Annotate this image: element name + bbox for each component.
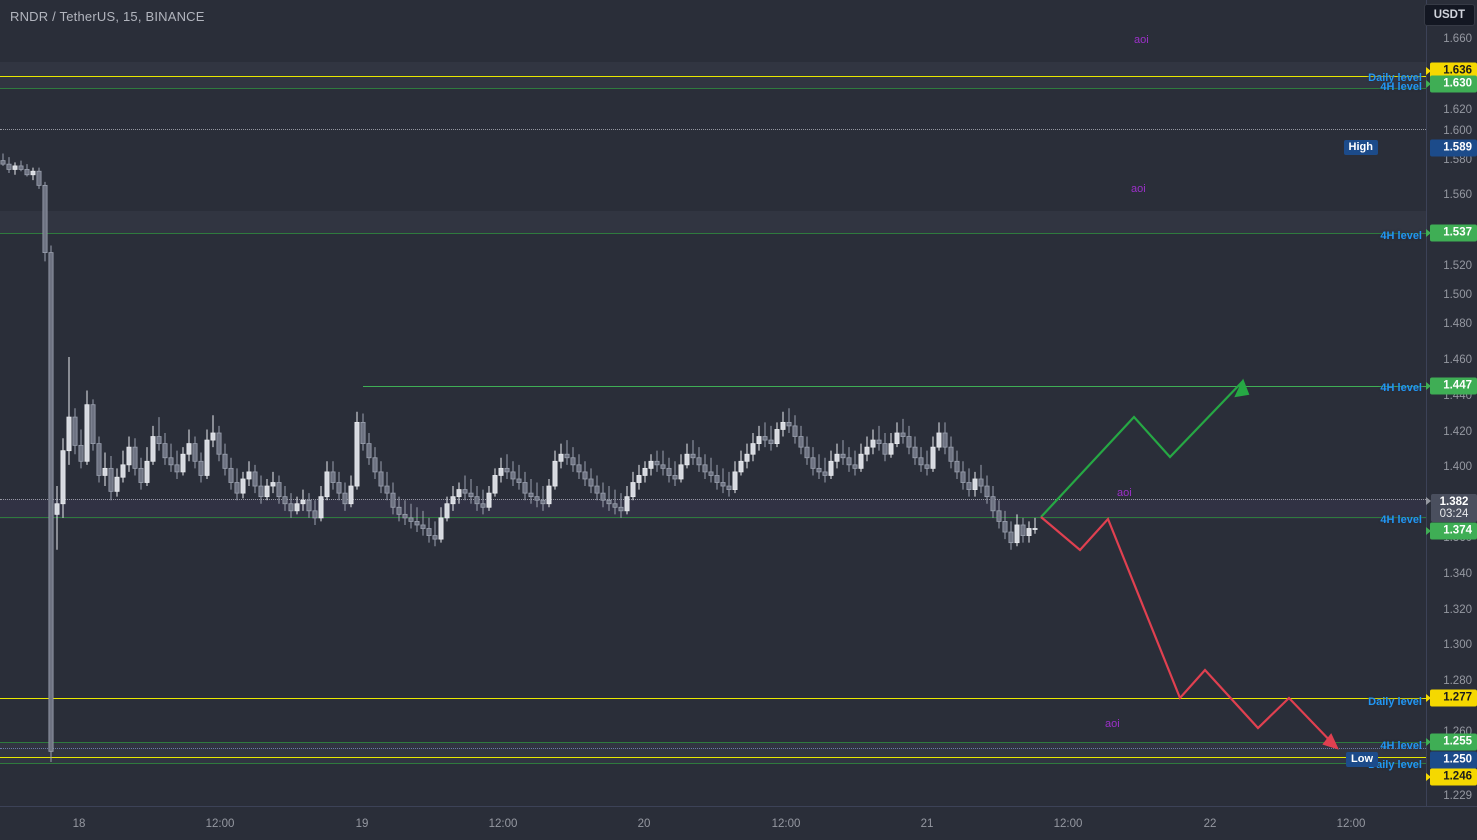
aoi-label-2: aoi: [1117, 487, 1132, 499]
price-tick: 1.229: [1443, 790, 1472, 802]
time-tick: 22: [1203, 818, 1217, 830]
last-price-arrow-icon: [1426, 497, 1431, 505]
time-tick: 20: [637, 818, 651, 830]
time-tick: 18: [72, 818, 86, 830]
time-tick: 12:00: [1053, 818, 1083, 830]
price-tick: 1.280: [1443, 675, 1472, 687]
4h-level-1630-label: 4H level: [1380, 81, 1422, 93]
price-tick: 1.500: [1443, 289, 1472, 301]
bar-countdown: 03:24: [1439, 508, 1469, 520]
price-tick: 1.620: [1443, 104, 1472, 116]
price-badge-1-537[interactable]: 1.537: [1430, 224, 1477, 242]
time-tick: 12:00: [1336, 818, 1366, 830]
bullish-projection-arrowhead: [1234, 378, 1250, 398]
4h-level-1374-label: 4H level: [1380, 514, 1422, 526]
price-tick: 1.420: [1443, 426, 1472, 438]
aoi-label-1: aoi: [1131, 183, 1146, 195]
price-tick: 1.480: [1443, 318, 1472, 330]
price-tick: 1.560: [1443, 189, 1472, 201]
price-tick: 1.460: [1443, 354, 1472, 366]
last-price-badge[interactable]: 1.382 03:24: [1431, 494, 1477, 522]
time-tick: 12:00: [488, 818, 518, 830]
price-badge-1-374[interactable]: 1.374: [1430, 522, 1477, 540]
high-marker: High: [1343, 140, 1378, 155]
time-axis[interactable]: 18 12:00 19 12:00 20 12:00 21 12:00 22 12:00: [0, 806, 1477, 840]
projection-arrows[interactable]: [0, 0, 1426, 806]
price-badge-1-589[interactable]: 1.589: [1430, 139, 1477, 157]
price-tick: 1.320: [1443, 604, 1472, 616]
axis-marker-arrow-icon: [1426, 67, 1431, 75]
symbol-title[interactable]: RNDR / TetherUS, 15, BINANCE: [10, 9, 205, 24]
price-tick: 1.660: [1443, 33, 1472, 45]
4h-level-1537-label: 4H level: [1380, 230, 1422, 242]
aoi-label-0: aoi: [1134, 34, 1149, 46]
time-tick: 12:00: [205, 818, 235, 830]
last-price-value: 1.382: [1439, 496, 1469, 508]
price-badge-1-447[interactable]: 1.447: [1430, 377, 1477, 395]
bearish-projection-line[interactable]: [1040, 516, 1338, 749]
low-marker: Low: [1346, 752, 1378, 767]
price-badge-1-250[interactable]: 1.250: [1430, 751, 1477, 769]
price-tick: 1.400: [1443, 461, 1472, 473]
price-axis[interactable]: USDT 1.660 1.620 1.600 1.580 1.560 1.520 1.500…: [1423, 0, 1477, 806]
axis-marker-arrow-icon: [1426, 229, 1431, 237]
axis-marker-arrow-icon: [1426, 80, 1431, 88]
price-badge-1-255[interactable]: 1.255: [1430, 733, 1477, 751]
currency-button[interactable]: USDT: [1423, 4, 1475, 26]
aoi-label-3: aoi: [1105, 718, 1120, 730]
price-tick: 1.340: [1443, 568, 1472, 580]
price-badge-1-630[interactable]: 1.630: [1430, 75, 1477, 93]
daily-level-1277-label: Daily level: [1368, 696, 1422, 708]
axis-marker-arrow-icon: [1426, 738, 1431, 746]
price-badge-1-246[interactable]: 1.246: [1430, 768, 1477, 786]
time-tick: 12:00: [771, 818, 801, 830]
time-tick: 21: [920, 818, 934, 830]
axis-marker-arrow-icon: [1426, 694, 1431, 702]
chart-pane[interactable]: aoi aoi aoi aoi Daily level 4H level 4H level…: [0, 0, 1426, 806]
axis-marker-arrow-icon: [1426, 527, 1431, 535]
4h-level-1255-label: 4H level: [1380, 740, 1422, 752]
bullish-projection-line[interactable]: [1040, 380, 1244, 518]
axis-marker-arrow-icon: [1426, 382, 1431, 390]
price-badge-1-277[interactable]: 1.277: [1430, 689, 1477, 707]
4h-level-1447-label: 4H level: [1380, 382, 1422, 394]
time-tick: 19: [355, 818, 369, 830]
tradingview-chart-window: aoi aoi aoi aoi Daily level 4H level 4H level…: [0, 0, 1477, 840]
price-tick: 1.520: [1443, 260, 1472, 272]
price-tick: 1.300: [1443, 639, 1472, 651]
axis-marker-arrow-icon: [1426, 773, 1431, 781]
price-tick: 1.600: [1443, 125, 1472, 137]
